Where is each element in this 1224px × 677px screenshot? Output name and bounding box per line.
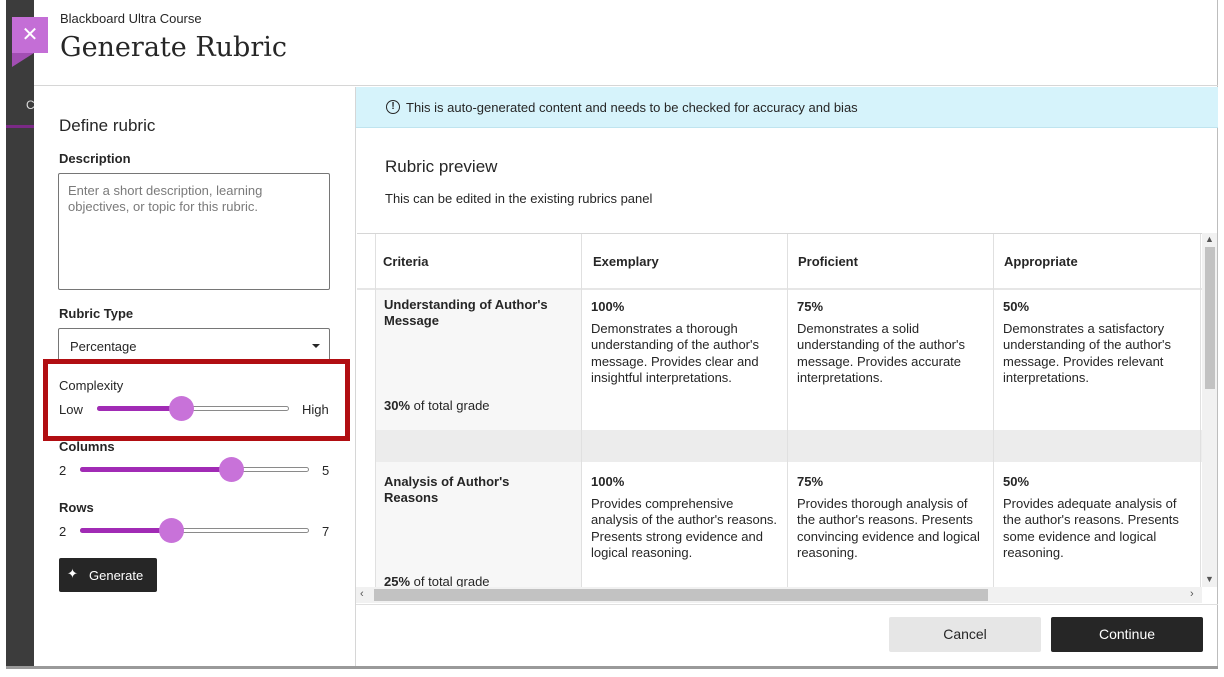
scroll-right-icon[interactable]: › xyxy=(1190,588,1194,600)
horizontal-scroll-thumb[interactable] xyxy=(374,589,988,601)
rubric-preview-subtitle: This can be edited in the existing rubri… xyxy=(385,191,653,206)
cancel-button[interactable]: Cancel xyxy=(889,617,1041,652)
column-header-proficient: Proficient xyxy=(798,254,858,269)
scroll-down-icon[interactable]: ▼ xyxy=(1205,574,1214,584)
close-icon: ✕ xyxy=(21,24,39,46)
rubric-preview-table[interactable]: Criteria Exemplary Proficient Appropriat… xyxy=(357,233,1202,587)
cell-percentage: 75% xyxy=(797,299,824,314)
page-title: Generate Rubric xyxy=(60,32,287,63)
vertical-scrollbar[interactable]: ▲ ▼ xyxy=(1202,233,1217,587)
column-header-exemplary: Exemplary xyxy=(593,254,659,269)
column-header-criteria: Criteria xyxy=(383,254,429,269)
cell-description: Provides comprehensive analysis of the a… xyxy=(591,496,778,560)
auto-generated-notice: ! This is auto-generated content and nee… xyxy=(356,87,1218,128)
criteria-weight-suffix: of total grade xyxy=(410,574,490,587)
header-divider xyxy=(357,288,1202,290)
course-name: Blackboard Ultra Course xyxy=(60,11,202,26)
columns-min-label: 2 xyxy=(59,463,67,478)
generate-button-label: Generate xyxy=(89,568,144,583)
cell-percentage: 100% xyxy=(591,299,625,314)
column-divider xyxy=(375,234,376,587)
rubric-type-label: Rubric Type xyxy=(59,306,134,321)
rows-min-label: 2 xyxy=(59,524,67,539)
rubric-type-select[interactable]: Percentage xyxy=(58,328,330,362)
notice-text: This is auto-generated content and needs… xyxy=(406,100,858,115)
column-divider xyxy=(1200,234,1201,587)
column-divider xyxy=(581,234,582,587)
rows-slider-thumb[interactable] xyxy=(159,518,185,543)
rows-slider-track[interactable] xyxy=(80,528,309,533)
define-rubric-panel: Define rubric Description Rubric Type Pe… xyxy=(34,87,356,666)
cell-description: Provides adequate analysis of the author… xyxy=(1003,496,1179,560)
rows-max-label: 7 xyxy=(322,524,330,539)
complexity-min-label: Low xyxy=(59,402,83,417)
columns-label: Columns xyxy=(59,439,115,454)
generate-button[interactable]: ✦ Generate xyxy=(59,558,157,592)
scroll-up-icon[interactable]: ▲ xyxy=(1205,234,1214,244)
row-separator xyxy=(375,430,1202,462)
column-divider xyxy=(993,234,994,587)
horizontal-scrollbar[interactable]: ‹ › xyxy=(356,587,1202,603)
rows-label: Rows xyxy=(59,500,94,515)
close-button[interactable]: ✕ xyxy=(12,17,48,53)
columns-max-label: 5 xyxy=(322,463,330,478)
cell-description: Demonstrates a thorough understanding of… xyxy=(591,321,759,385)
footer-divider xyxy=(356,604,1218,605)
criteria-name: Analysis of Author's Reasons xyxy=(384,474,510,505)
column-divider xyxy=(787,234,788,587)
columns-slider-thumb[interactable] xyxy=(218,457,244,482)
define-rubric-title: Define rubric xyxy=(59,116,156,135)
info-icon: ! xyxy=(386,100,400,114)
columns-slider-track[interactable] xyxy=(80,467,309,472)
criteria-weight-value: 30% xyxy=(384,398,411,413)
rubric-preview-title: Rubric preview xyxy=(385,157,498,176)
criteria-name: Understanding of Author's Message xyxy=(384,297,548,328)
complexity-label: Complexity xyxy=(59,378,124,393)
rubric-type-value: Percentage xyxy=(70,339,137,354)
cell-percentage: 75% xyxy=(797,474,824,489)
cell-percentage: 50% xyxy=(1003,299,1030,314)
close-button-tail xyxy=(12,53,34,67)
continue-button[interactable]: Continue xyxy=(1051,617,1203,652)
complexity-slider-thumb[interactable] xyxy=(168,396,194,421)
cell-description: Demonstrates a solid understanding of th… xyxy=(797,321,965,385)
scroll-left-icon[interactable]: ‹ xyxy=(360,588,364,600)
cell-description: Provides thorough analysis of the author… xyxy=(797,496,980,560)
dialog-header: Blackboard Ultra Course Generate Rubric xyxy=(34,0,1218,86)
complexity-max-label: High xyxy=(302,402,329,417)
columns-slider-fill xyxy=(80,467,232,472)
vertical-scroll-thumb[interactable] xyxy=(1205,247,1215,389)
criteria-weight-value: 25% xyxy=(384,574,411,587)
cell-description: Demonstrates a satisfactory understandin… xyxy=(1003,321,1171,385)
criteria-weight: 25% of total grade xyxy=(384,574,490,587)
rows-slider-fill xyxy=(80,528,172,533)
cell-percentage: 100% xyxy=(591,474,625,489)
column-header-appropriate: Appropriate xyxy=(1004,254,1078,269)
description-label: Description xyxy=(59,151,131,166)
dialog-shadow xyxy=(6,666,1218,669)
criteria-weight-suffix: of total grade xyxy=(410,398,490,413)
background-tab-indicator xyxy=(6,125,34,128)
criteria-weight: 30% of total grade xyxy=(384,398,490,413)
chevron-down-icon xyxy=(312,344,320,348)
cell-percentage: 50% xyxy=(1003,474,1030,489)
description-input[interactable] xyxy=(58,173,330,290)
background-course-panel: C xyxy=(6,0,35,666)
sparkle-icon: ✦ xyxy=(67,566,78,581)
